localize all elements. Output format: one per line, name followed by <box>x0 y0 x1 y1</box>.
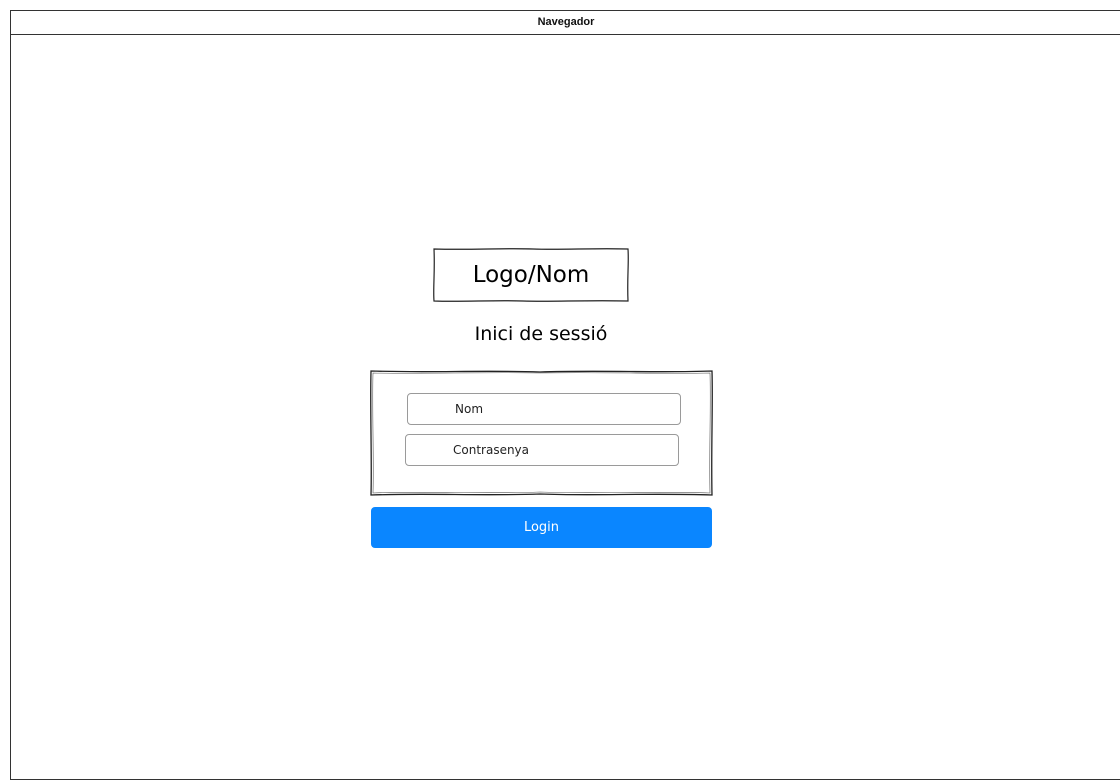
username-field[interactable] <box>407 393 681 425</box>
page-title: Inici de sessió <box>474 323 608 345</box>
login-button[interactable]: Login <box>371 507 712 548</box>
logo-placeholder: Logo/Nom <box>433 248 629 302</box>
login-form-container <box>370 370 713 496</box>
window-title: Navegador <box>11 11 1120 35</box>
password-field[interactable] <box>405 434 679 466</box>
logo-text: Logo/Nom <box>472 262 590 288</box>
form-border <box>370 370 713 496</box>
